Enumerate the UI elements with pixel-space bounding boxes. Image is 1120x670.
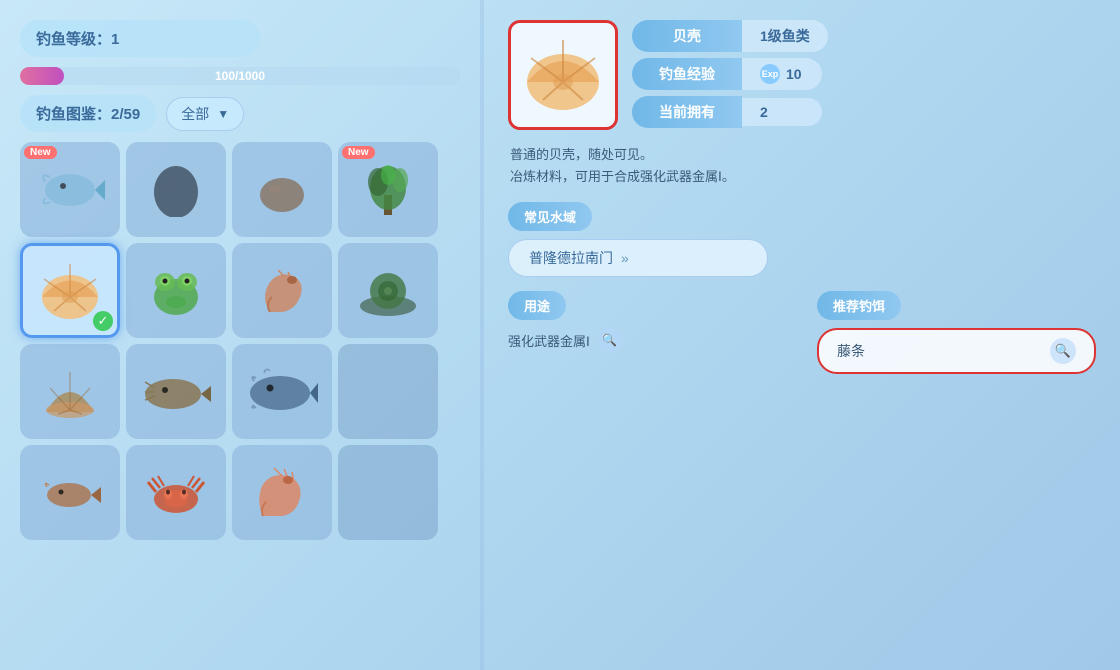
- exp-bar: 100/1000: [20, 67, 460, 85]
- fish-cell-15[interactable]: [338, 445, 438, 540]
- water-area-name: 普隆德拉南门: [529, 248, 613, 268]
- plant-icon: [356, 160, 421, 220]
- fish-cell-6[interactable]: [232, 243, 332, 338]
- shell2-icon: [36, 362, 104, 422]
- filter-label: 全部: [181, 104, 209, 124]
- stat-label-count: 当前拥有: [632, 96, 742, 128]
- new-badge-3: New: [342, 146, 375, 159]
- shell-image-large: [521, 36, 606, 114]
- stat-row-name: 贝壳 1级鱼类: [632, 20, 1096, 52]
- fish-cell-3[interactable]: New: [338, 142, 438, 237]
- fish-cell-9[interactable]: [126, 344, 226, 439]
- shrimp-icon: [250, 262, 315, 320]
- item-image-box: [508, 20, 618, 130]
- fish-cell-5[interactable]: [126, 243, 226, 338]
- fish-cell-12[interactable]: [20, 445, 120, 540]
- check-badge-4: ✓: [93, 311, 113, 331]
- encyclopedia-box: 钓鱼图鉴：2/59: [20, 95, 156, 132]
- fish-cell-13[interactable]: [126, 445, 226, 540]
- catfish-icon: [141, 364, 211, 419]
- bottom-row: 用途 强化武器金属Ⅰ 🔍 推荐钓饵 藤条 🔍: [508, 291, 1096, 374]
- fish-cell-1[interactable]: [126, 142, 226, 237]
- water-area-button[interactable]: 普隆德拉南门 »: [508, 239, 768, 277]
- chevron-down-icon: ▼: [217, 107, 229, 121]
- fish-cell-14[interactable]: [232, 445, 332, 540]
- stat-value-count: 2: [742, 98, 822, 126]
- fish-cell-10[interactable]: [232, 344, 332, 439]
- fish-grid: New New: [20, 142, 460, 540]
- fish-cell-4[interactable]: ✓: [20, 243, 120, 338]
- bait-section-tag: 推荐钓饵: [817, 291, 901, 320]
- use-item-row: 强化武器金属Ⅰ 🔍: [508, 328, 787, 352]
- stat-value-exp: Exp 10: [742, 58, 822, 90]
- stat-row-count: 当前拥有 2: [632, 96, 1096, 128]
- use-section: 用途 强化武器金属Ⅰ 🔍: [508, 291, 787, 352]
- item-stats: 贝壳 1级鱼类 钓鱼经验 Exp 10 当前拥有 2: [632, 20, 1096, 128]
- encyclopedia-row: 钓鱼图鉴：2/59 全部 ▼: [20, 95, 460, 132]
- use-item-name: 强化武器金属Ⅰ: [508, 331, 590, 350]
- stat-label-exp: 钓鱼经验: [632, 58, 742, 90]
- double-arrow-icon: »: [621, 250, 629, 266]
- exp-bar-fill: [20, 67, 64, 85]
- use-section-tag: 用途: [508, 291, 566, 320]
- fish-cell-0[interactable]: New: [20, 142, 120, 237]
- fish-cell-8[interactable]: [20, 344, 120, 439]
- rock-icon: [255, 165, 310, 215]
- item-description: 普通的贝壳，随处可见。 冶炼材料，可用于合成强化武器金属Ⅰ。: [508, 144, 1096, 188]
- exp-icon: Exp: [760, 64, 780, 84]
- item-header: 贝壳 1级鱼类 钓鱼经验 Exp 10 当前拥有 2: [508, 20, 1096, 130]
- fishing-level-label: 钓鱼等级：1: [36, 28, 119, 49]
- bait-input-box: 藤条 🔍: [817, 328, 1096, 374]
- stat-value-grade: 1级鱼类: [742, 20, 828, 52]
- bait-item-name: 藤条: [837, 341, 865, 361]
- water-section-tag: 常见水域: [508, 202, 1096, 231]
- frog-icon: [145, 262, 207, 320]
- fish-cell-11[interactable]: [338, 344, 438, 439]
- prawn-icon: [248, 464, 316, 522]
- left-panel: 钓鱼等级：1 100/1000 钓鱼图鉴：2/59 全部 ▼ New: [0, 0, 480, 670]
- fish-cell-2[interactable]: [232, 142, 332, 237]
- right-panel: 贝壳 1级鱼类 钓鱼经验 Exp 10 当前拥有 2 普通的贝壳，随处可见。 冶…: [484, 0, 1120, 670]
- fish-icon-0: [35, 162, 105, 217]
- new-badge-0: New: [24, 146, 57, 159]
- smallfish-icon: [39, 467, 101, 519]
- water-section: 常见水域 普隆德拉南门 »: [508, 202, 1096, 277]
- crab-icon: [144, 464, 209, 522]
- stat-label-name: 贝壳: [632, 20, 742, 52]
- egg-icon: [146, 162, 206, 217]
- use-search-button[interactable]: 🔍: [598, 328, 622, 352]
- bait-search-button[interactable]: 🔍: [1050, 338, 1076, 364]
- stat-row-exp: 钓鱼经验 Exp 10: [632, 58, 1096, 90]
- filter-dropdown[interactable]: 全部 ▼: [166, 97, 244, 131]
- bigfish-icon: [246, 363, 318, 421]
- lotus-icon: [356, 261, 421, 321]
- fish-cell-7[interactable]: [338, 243, 438, 338]
- fishing-level-box: 钓鱼等级：1: [20, 20, 260, 57]
- exp-bar-text: 100/1000: [215, 69, 265, 83]
- bait-section: 推荐钓饵 藤条 🔍: [817, 291, 1096, 374]
